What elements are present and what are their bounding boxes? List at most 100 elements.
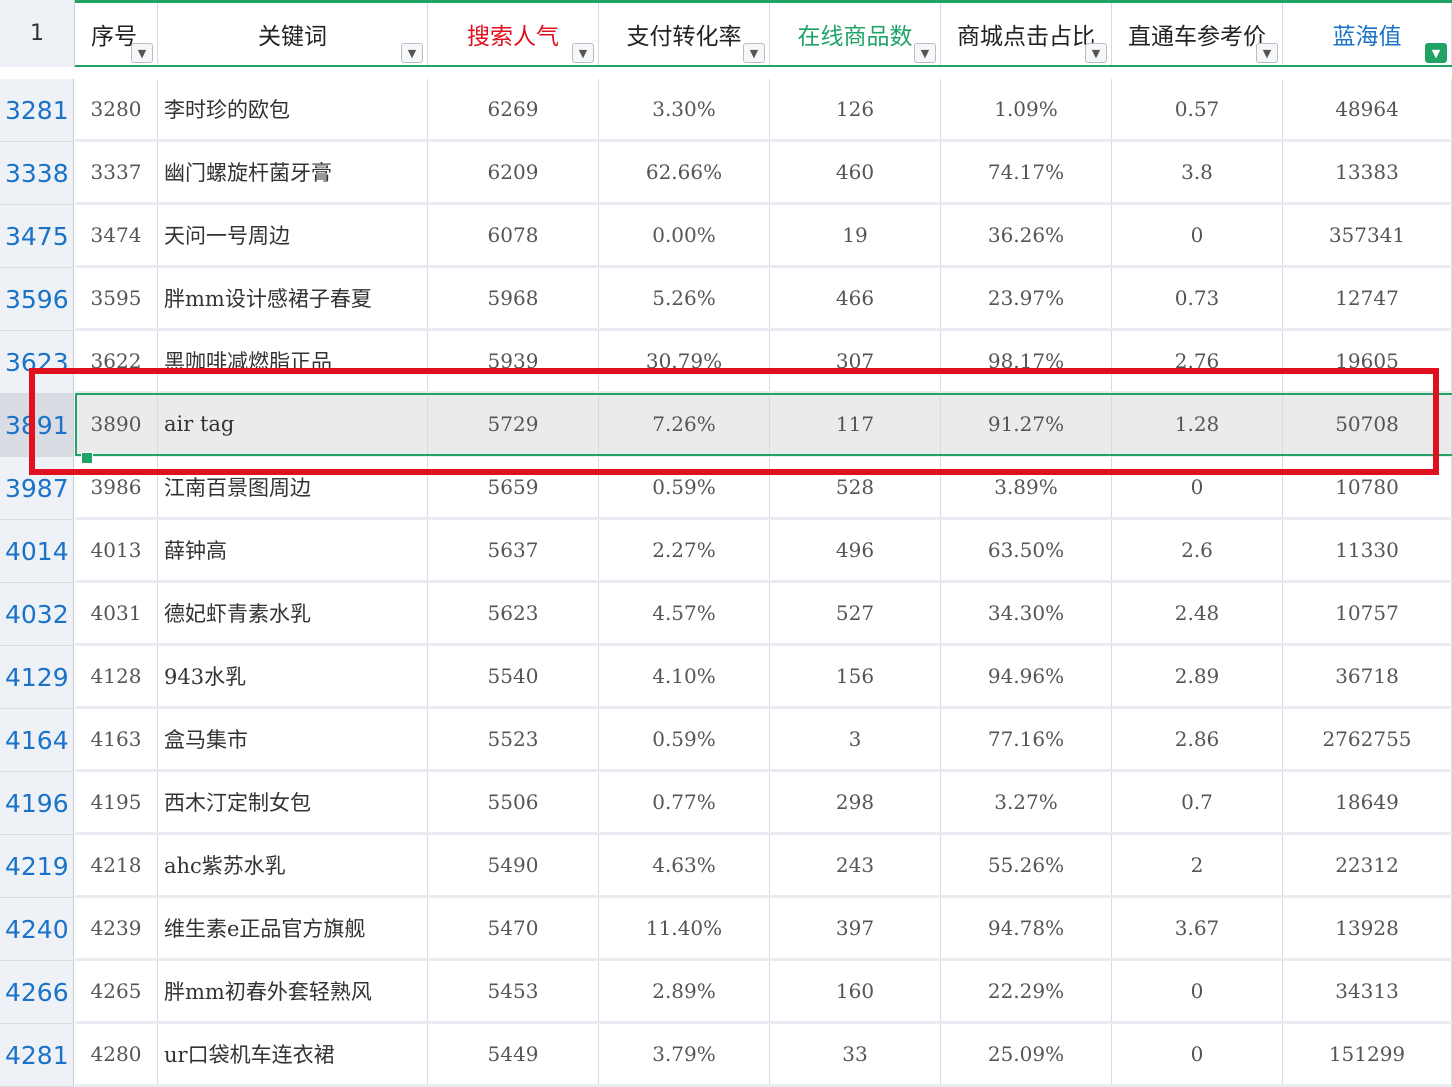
cell-keyword[interactable]: 943水乳: [158, 646, 428, 706]
row-number[interactable]: 4196: [0, 772, 74, 835]
cell-online_items[interactable]: 298: [770, 772, 941, 832]
cell-ztc_price[interactable]: 2.86: [1112, 709, 1283, 769]
cell-ztc_price[interactable]: 0: [1112, 961, 1283, 1021]
cell-seq[interactable]: 4031: [75, 583, 158, 643]
table-row[interactable]: 4218 ahc紫苏水乳 5490 4.63% 243 55.26% 2 22312: [75, 835, 1452, 898]
cell-ztc_price[interactable]: 0.57: [1112, 79, 1283, 139]
row-number[interactable]: 4281: [0, 1024, 74, 1087]
cell-blue_ocean[interactable]: 34313: [1283, 961, 1452, 1021]
selected-table-row[interactable]: 3890 air tag 5729 7.26% 117 91.27% 1.28 50708: [75, 394, 1452, 457]
cell-mall_click[interactable]: 25.09%: [941, 1024, 1112, 1084]
row-number[interactable]: 4240: [0, 898, 74, 961]
row-number[interactable]: 4219: [0, 835, 74, 898]
cell-seq[interactable]: 3474: [75, 205, 158, 265]
column-header-blue_ocean[interactable]: 蓝海值 ▼: [1283, 3, 1452, 65]
cell-pay_conv[interactable]: 4.57%: [599, 583, 770, 643]
cell-seq[interactable]: 3622: [75, 331, 158, 391]
table-row[interactable]: 4163 盒马集市 5523 0.59% 3 77.16% 2.86 2762755: [75, 709, 1452, 772]
cell-mall_click[interactable]: 77.16%: [941, 709, 1112, 769]
cell-pay_conv[interactable]: 0.59%: [599, 457, 770, 517]
dropdown-triangle-icon[interactable]: ▼: [572, 43, 594, 63]
cell-online_items[interactable]: 33: [770, 1024, 941, 1084]
cell-keyword[interactable]: ur口袋机车连衣裙: [158, 1024, 428, 1084]
cell-ztc_price[interactable]: 0: [1112, 1024, 1283, 1084]
cell-blue_ocean[interactable]: 13928: [1283, 898, 1452, 958]
row-number[interactable]: 3891: [0, 394, 74, 457]
cell-pay_conv[interactable]: 7.26%: [599, 394, 770, 454]
cell-online_items[interactable]: 117: [770, 394, 941, 454]
cell-blue_ocean[interactable]: 22312: [1283, 835, 1452, 895]
cell-blue_ocean[interactable]: 151299: [1283, 1024, 1452, 1084]
cell-keyword[interactable]: 胖mm设计感裙子春夏: [158, 268, 428, 328]
cell-seq[interactable]: 3986: [75, 457, 158, 517]
row-number[interactable]: 4266: [0, 961, 74, 1024]
cell-keyword[interactable]: air tag: [158, 394, 428, 454]
fill-handle[interactable]: [81, 452, 93, 464]
cell-seq[interactable]: 4128: [75, 646, 158, 706]
cell-ztc_price[interactable]: 0.7: [1112, 772, 1283, 832]
cell-blue_ocean[interactable]: 50708: [1283, 394, 1452, 454]
cell-blue_ocean[interactable]: 13383: [1283, 142, 1452, 202]
cell-search_pop[interactable]: 5506: [428, 772, 599, 832]
cell-seq[interactable]: 3280: [75, 79, 158, 139]
dropdown-triangle-icon[interactable]: ▼: [914, 43, 936, 63]
funnel-icon[interactable]: ▼: [1425, 43, 1447, 63]
cell-mall_click[interactable]: 94.96%: [941, 646, 1112, 706]
cell-online_items[interactable]: 160: [770, 961, 941, 1021]
cell-online_items[interactable]: 243: [770, 835, 941, 895]
cell-search_pop[interactable]: 6209: [428, 142, 599, 202]
column-header-mall_click[interactable]: 商城点击占比 ▼: [941, 3, 1112, 65]
cell-ztc_price[interactable]: 3.8: [1112, 142, 1283, 202]
cell-ztc_price[interactable]: 2: [1112, 835, 1283, 895]
cell-ztc_price[interactable]: 0: [1112, 457, 1283, 517]
table-row[interactable]: 3280 李时珍的欧包 6269 3.30% 126 1.09% 0.57 48964: [75, 79, 1452, 142]
column-header-seq[interactable]: 序号 ▼: [75, 3, 158, 65]
cell-keyword[interactable]: ahc紫苏水乳: [158, 835, 428, 895]
row-number[interactable]: 3338: [0, 142, 74, 205]
cell-keyword[interactable]: 盒马集市: [158, 709, 428, 769]
cell-blue_ocean[interactable]: 10780: [1283, 457, 1452, 517]
cell-keyword[interactable]: 维生素e正品官方旗舰: [158, 898, 428, 958]
cell-seq[interactable]: 3337: [75, 142, 158, 202]
cell-blue_ocean[interactable]: 19605: [1283, 331, 1452, 391]
row-number[interactable]: 4129: [0, 646, 74, 709]
table-row[interactable]: 3337 幽门螺旋杆菌牙膏 6209 62.66% 460 74.17% 3.8 13383: [75, 142, 1452, 205]
cell-keyword[interactable]: 李时珍的欧包: [158, 79, 428, 139]
cell-search_pop[interactable]: 5939: [428, 331, 599, 391]
cell-mall_click[interactable]: 22.29%: [941, 961, 1112, 1021]
table-row[interactable]: 4239 维生素e正品官方旗舰 5470 11.40% 397 94.78% 3.67 139…: [75, 898, 1452, 961]
cell-ztc_price[interactable]: 2.48: [1112, 583, 1283, 643]
column-header-ztc_price[interactable]: 直通车参考价 ▼: [1112, 3, 1283, 65]
cell-seq[interactable]: 4280: [75, 1024, 158, 1084]
cell-mall_click[interactable]: 74.17%: [941, 142, 1112, 202]
cell-pay_conv[interactable]: 62.66%: [599, 142, 770, 202]
cell-search_pop[interactable]: 5540: [428, 646, 599, 706]
cell-seq[interactable]: 4239: [75, 898, 158, 958]
row-number[interactable]: 4032: [0, 583, 74, 646]
cell-mall_click[interactable]: 23.97%: [941, 268, 1112, 328]
table-row[interactable]: 3595 胖mm设计感裙子春夏 5968 5.26% 466 23.97% 0.73 1274…: [75, 268, 1452, 331]
row-number[interactable]: 4014: [0, 520, 74, 583]
cell-pay_conv[interactable]: 4.63%: [599, 835, 770, 895]
cell-pay_conv[interactable]: 3.30%: [599, 79, 770, 139]
cell-ztc_price[interactable]: 3.67: [1112, 898, 1283, 958]
cell-pay_conv[interactable]: 2.27%: [599, 520, 770, 580]
cell-search_pop[interactable]: 6269: [428, 79, 599, 139]
cell-keyword[interactable]: 幽门螺旋杆菌牙膏: [158, 142, 428, 202]
cell-online_items[interactable]: 466: [770, 268, 941, 328]
cell-online_items[interactable]: 307: [770, 331, 941, 391]
cell-pay_conv[interactable]: 30.79%: [599, 331, 770, 391]
cell-seq[interactable]: 3890: [75, 394, 158, 454]
dropdown-triangle-icon[interactable]: ▼: [743, 43, 765, 63]
cell-pay_conv[interactable]: 0.77%: [599, 772, 770, 832]
cell-mall_click[interactable]: 63.50%: [941, 520, 1112, 580]
table-row[interactable]: 4128 943水乳 5540 4.10% 156 94.96% 2.89 36718: [75, 646, 1452, 709]
cell-ztc_price[interactable]: 2.6: [1112, 520, 1283, 580]
cell-search_pop[interactable]: 5470: [428, 898, 599, 958]
cell-ztc_price[interactable]: 0: [1112, 205, 1283, 265]
cell-mall_click[interactable]: 55.26%: [941, 835, 1112, 895]
row-number[interactable]: 3281: [0, 79, 74, 142]
cell-ztc_price[interactable]: 2.89: [1112, 646, 1283, 706]
cell-online_items[interactable]: 496: [770, 520, 941, 580]
cell-online_items[interactable]: 527: [770, 583, 941, 643]
